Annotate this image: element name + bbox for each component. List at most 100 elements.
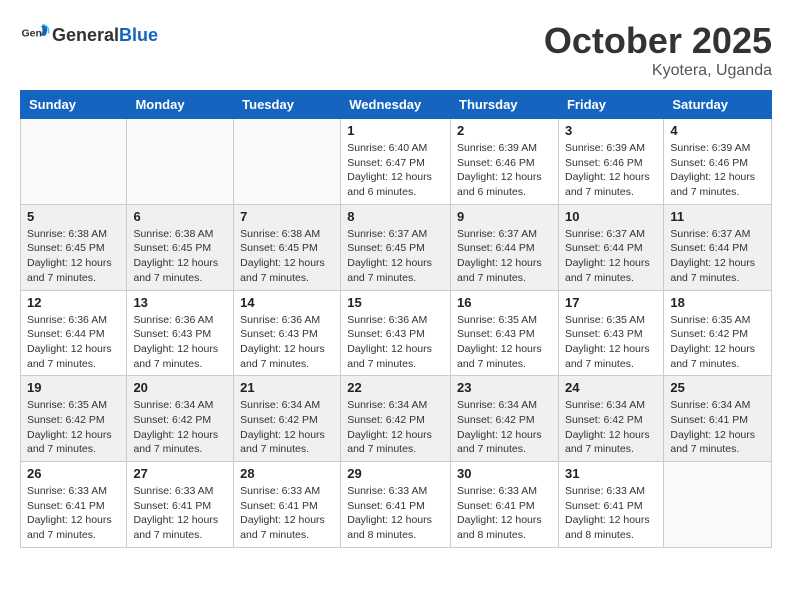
cell-info: Sunrise: 6:34 AM Sunset: 6:42 PM Dayligh… [240, 398, 334, 457]
col-saturday: Saturday [664, 91, 772, 119]
month-title: October 2025 [544, 20, 772, 62]
day-number: 15 [347, 295, 444, 310]
table-row: 28Sunrise: 6:33 AM Sunset: 6:41 PM Dayli… [234, 462, 341, 548]
cell-info: Sunrise: 6:36 AM Sunset: 6:43 PM Dayligh… [133, 313, 227, 372]
day-number: 6 [133, 209, 227, 224]
table-row: 29 Sunrise: 6:33 AM Sunset: 6:41 PM Dayli… [341, 462, 451, 548]
logo-blue: Blue [119, 25, 158, 45]
day-number: 14 [240, 295, 334, 310]
cell-info: Sunrise: 6:34 AM Sunset: 6:42 PM Dayligh… [133, 398, 227, 457]
day-number: 1 [347, 123, 444, 138]
cell-info: Sunrise: 6:33 AM Sunset: 6:41 PM Dayligh… [27, 484, 120, 543]
day-number: 26 [27, 466, 120, 481]
logo-general: General [52, 25, 119, 45]
table-row: 21 Sunrise: 6:34 AM Sunset: 6:42 PM Dayli… [234, 376, 341, 462]
table-row: 30 Sunrise: 6:33 AM Sunset: 6:41 PM Dayli… [451, 462, 559, 548]
table-row: 9 Sunrise: 6:37 AM Sunset: 6:44 PM Daylig… [451, 204, 559, 290]
day-number: 24 [565, 380, 657, 395]
page-header: Gen GeneralBlue October 2025 Kyotera, Ug… [20, 20, 772, 80]
table-row: 3Sunrise: 6:39 AM Sunset: 6:46 PM Daylig… [558, 119, 663, 205]
table-row: 2 Sunrise: 6:39 AM Sunset: 6:46 PM Daylig… [451, 119, 559, 205]
day-number: 27 [133, 466, 227, 481]
table-row: 24 Sunrise: 6:34 AM Sunset: 6:42 PM Dayli… [558, 376, 663, 462]
col-tuesday: Tuesday [234, 91, 341, 119]
table-row: 22 Sunrise: 6:34 AM Sunset: 6:42 PM Dayli… [341, 376, 451, 462]
day-number: 22 [347, 380, 444, 395]
table-row [127, 119, 234, 205]
table-row: 12Sunrise: 6:36 AM Sunset: 6:44 PM Dayli… [21, 290, 127, 376]
cell-info: Sunrise: 6:36 AM Sunset: 6:43 PM Dayligh… [240, 313, 334, 372]
day-number: 5 [27, 209, 120, 224]
day-number: 8 [347, 209, 444, 224]
table-row: 31 Sunrise: 6:33 AM Sunset: 6:41 PM Dayli… [558, 462, 663, 548]
table-row: 5 Sunrise: 6:38 AM Sunset: 6:45 PM Daylig… [21, 204, 127, 290]
table-row: 1 Sunrise: 6:40 AM Sunset: 6:47 PM Daylig… [341, 119, 451, 205]
calendar-week-row: 1 Sunrise: 6:40 AM Sunset: 6:47 PM Daylig… [21, 119, 772, 205]
cell-info: Sunrise: 6:38 AM Sunset: 6:45 PM Dayligh… [240, 227, 334, 286]
col-thursday: Thursday [451, 91, 559, 119]
cell-info: Sunrise: 6:35 AM Sunset: 6:42 PM Dayligh… [670, 313, 765, 372]
table-row [21, 119, 127, 205]
calendar-week-row: 26 Sunrise: 6:33 AM Sunset: 6:41 PM Dayli… [21, 462, 772, 548]
cell-info: Sunrise: 6:36 AM Sunset: 6:43 PM Dayligh… [347, 313, 444, 372]
table-row: 26 Sunrise: 6:33 AM Sunset: 6:41 PM Dayli… [21, 462, 127, 548]
day-number: 9 [457, 209, 552, 224]
table-row: 4 Sunrise: 6:39 AM Sunset: 6:46 PM Daylig… [664, 119, 772, 205]
cell-info: Sunrise: 6:33 AM Sunset: 6:41 PM Dayligh… [457, 484, 552, 543]
cell-info: Sunrise: 6:33 AM Sunset: 6:41 PM Dayligh… [347, 484, 444, 543]
table-row: 13 Sunrise: 6:36 AM Sunset: 6:43 PM Dayli… [127, 290, 234, 376]
table-row: 19Sunrise: 6:35 AM Sunset: 6:42 PM Dayli… [21, 376, 127, 462]
day-number: 19 [27, 380, 120, 395]
col-sunday: Sunday [21, 91, 127, 119]
logo-icon: Gen [20, 20, 50, 50]
table-row: 20 Sunrise: 6:34 AM Sunset: 6:42 PM Dayli… [127, 376, 234, 462]
day-number: 11 [670, 209, 765, 224]
day-number: 21 [240, 380, 334, 395]
location-title: Kyotera, Uganda [544, 62, 772, 80]
calendar-week-row: 5 Sunrise: 6:38 AM Sunset: 6:45 PM Daylig… [21, 204, 772, 290]
day-number: 7 [240, 209, 334, 224]
col-wednesday: Wednesday [341, 91, 451, 119]
cell-info: Sunrise: 6:37 AM Sunset: 6:44 PM Dayligh… [457, 227, 552, 286]
logo: Gen GeneralBlue [20, 20, 158, 50]
day-number: 18 [670, 295, 765, 310]
day-number: 13 [133, 295, 227, 310]
day-number: 31 [565, 466, 657, 481]
cell-info: Sunrise: 6:34 AM Sunset: 6:42 PM Dayligh… [565, 398, 657, 457]
table-row: 7 Sunrise: 6:38 AM Sunset: 6:45 PM Daylig… [234, 204, 341, 290]
cell-info: Sunrise: 6:35 AM Sunset: 6:43 PM Dayligh… [565, 313, 657, 372]
day-number: 20 [133, 380, 227, 395]
day-number: 16 [457, 295, 552, 310]
cell-info: Sunrise: 6:38 AM Sunset: 6:45 PM Dayligh… [27, 227, 120, 286]
title-area: October 2025 Kyotera, Uganda [544, 20, 772, 80]
svg-text:Gen: Gen [22, 28, 42, 40]
day-number: 25 [670, 380, 765, 395]
cell-info: Sunrise: 6:38 AM Sunset: 6:45 PM Dayligh… [133, 227, 227, 286]
table-row: 25 Sunrise: 6:34 AM Sunset: 6:41 PM Dayli… [664, 376, 772, 462]
table-row: 10Sunrise: 6:37 AM Sunset: 6:44 PM Dayli… [558, 204, 663, 290]
col-monday: Monday [127, 91, 234, 119]
table-row [664, 462, 772, 548]
cell-info: Sunrise: 6:37 AM Sunset: 6:44 PM Dayligh… [670, 227, 765, 286]
day-number: 28 [240, 466, 334, 481]
col-friday: Friday [558, 91, 663, 119]
cell-info: Sunrise: 6:33 AM Sunset: 6:41 PM Dayligh… [565, 484, 657, 543]
day-number: 30 [457, 466, 552, 481]
table-row: 8 Sunrise: 6:37 AM Sunset: 6:45 PM Daylig… [341, 204, 451, 290]
cell-info: Sunrise: 6:34 AM Sunset: 6:41 PM Dayligh… [670, 398, 765, 457]
table-row: 6 Sunrise: 6:38 AM Sunset: 6:45 PM Daylig… [127, 204, 234, 290]
day-number: 29 [347, 466, 444, 481]
calendar-week-row: 12Sunrise: 6:36 AM Sunset: 6:44 PM Dayli… [21, 290, 772, 376]
cell-info: Sunrise: 6:34 AM Sunset: 6:42 PM Dayligh… [457, 398, 552, 457]
cell-info: Sunrise: 6:35 AM Sunset: 6:43 PM Dayligh… [457, 313, 552, 372]
cell-info: Sunrise: 6:40 AM Sunset: 6:47 PM Dayligh… [347, 141, 444, 200]
cell-info: Sunrise: 6:34 AM Sunset: 6:42 PM Dayligh… [347, 398, 444, 457]
day-number: 2 [457, 123, 552, 138]
cell-info: Sunrise: 6:39 AM Sunset: 6:46 PM Dayligh… [670, 141, 765, 200]
cell-info: Sunrise: 6:39 AM Sunset: 6:46 PM Dayligh… [457, 141, 552, 200]
cell-info: Sunrise: 6:37 AM Sunset: 6:45 PM Dayligh… [347, 227, 444, 286]
day-number: 4 [670, 123, 765, 138]
table-row: 18 Sunrise: 6:35 AM Sunset: 6:42 PM Dayli… [664, 290, 772, 376]
day-number: 23 [457, 380, 552, 395]
header-row: Sunday Monday Tuesday Wednesday Thursday… [21, 91, 772, 119]
